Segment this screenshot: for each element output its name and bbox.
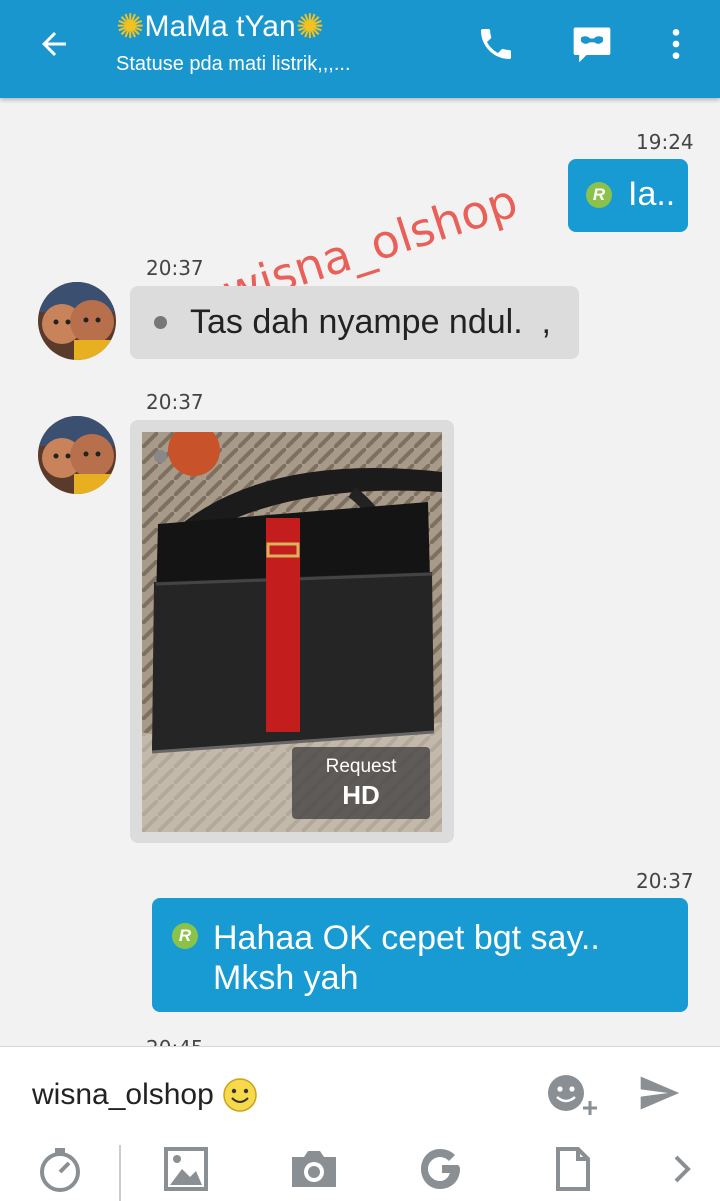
message-text: Hahaa OK cepet bgt say.. Mksh yah bbox=[213, 918, 600, 998]
add-emoticon-icon bbox=[548, 1075, 597, 1115]
smiley-icon bbox=[223, 1078, 257, 1112]
message-timestamp: 20:37 bbox=[636, 869, 694, 893]
timer-button[interactable] bbox=[34, 1143, 86, 1195]
message-timestamp: 20:45 bbox=[146, 1036, 204, 1046]
chat-screen: ✺ MaMa tYan ✺ Statuse pda mati listrik,,… bbox=[0, 0, 720, 1201]
back-button[interactable] bbox=[26, 22, 82, 66]
contact-info[interactable]: ✺ MaMa tYan ✺ Statuse pda mati listrik,,… bbox=[116, 8, 456, 78]
hd-label: HD bbox=[342, 780, 380, 810]
google-icon bbox=[421, 1149, 460, 1189]
send-button[interactable] bbox=[634, 1071, 686, 1115]
outgoing-message[interactable]: R Hahaa OK cepet bgt say.. Mksh yah bbox=[152, 898, 688, 1012]
message-timestamp: 19:24 bbox=[636, 130, 694, 154]
more-vert-icon bbox=[672, 29, 680, 59]
compose-bar: wisna_olshop bbox=[0, 1046, 720, 1201]
message-text: Ia.. bbox=[628, 175, 676, 213]
google-search-button[interactable] bbox=[416, 1143, 468, 1195]
message-input-value: wisna_olshop bbox=[32, 1078, 214, 1111]
overflow-menu-button[interactable] bbox=[652, 20, 700, 68]
message-line-2: Mksh yah bbox=[213, 959, 359, 997]
message-text: Tas dah nyampe ndul. , bbox=[190, 303, 552, 341]
send-icon bbox=[640, 1076, 680, 1110]
request-hd-label: Request bbox=[325, 756, 397, 777]
unread-dot-icon bbox=[154, 316, 167, 329]
contact-status: Statuse pda mati listrik,,,... bbox=[116, 53, 351, 75]
image-icon bbox=[164, 1147, 208, 1191]
call-button[interactable] bbox=[472, 20, 520, 68]
contact-avatar[interactable] bbox=[38, 282, 116, 360]
phone-icon bbox=[481, 29, 511, 59]
toolbar-divider bbox=[119, 1145, 121, 1201]
incoming-image-message[interactable]: Request HD bbox=[130, 420, 454, 843]
chat-header: ✺ MaMa tYan ✺ Statuse pda mati listrik,,… bbox=[0, 0, 720, 98]
message-timestamp: 20:37 bbox=[146, 390, 204, 414]
burst-icon-right: ✺ bbox=[295, 8, 325, 46]
chevron-right-icon bbox=[674, 1155, 691, 1183]
back-arrow-icon bbox=[42, 32, 66, 56]
camera-button[interactable] bbox=[288, 1143, 340, 1195]
message-input[interactable]: wisna_olshop bbox=[32, 1077, 258, 1113]
avatar-photo bbox=[38, 282, 116, 360]
unread-dot-icon bbox=[154, 450, 167, 463]
contact-avatar[interactable] bbox=[38, 416, 116, 494]
message-line-1: Hahaa OK cepet bgt say.. bbox=[213, 919, 600, 957]
message-timestamp: 20:37 bbox=[146, 256, 204, 280]
image-thumbnail[interactable]: Request HD bbox=[142, 432, 442, 832]
burst-icon-left: ✺ bbox=[116, 8, 145, 46]
more-tools-button[interactable] bbox=[656, 1143, 708, 1195]
message-list[interactable]: 19:24 R Ia.. wisna_olshop 20:37 Tas dah … bbox=[0, 98, 720, 1046]
incoming-message[interactable]: Tas dah nyampe ndul. , bbox=[130, 286, 579, 359]
contact-name-row: ✺ MaMa tYan ✺ bbox=[116, 8, 456, 46]
file-icon bbox=[556, 1147, 590, 1191]
outgoing-message[interactable]: R Ia.. bbox=[568, 159, 688, 232]
file-button[interactable] bbox=[546, 1143, 598, 1195]
read-receipt-icon: R bbox=[586, 182, 612, 208]
camera-icon bbox=[292, 1151, 336, 1187]
emoticon-picker-button[interactable] bbox=[546, 1073, 602, 1117]
video-chat-button[interactable] bbox=[568, 20, 616, 68]
avatar-photo bbox=[38, 416, 116, 494]
video-chat-icon bbox=[573, 27, 611, 63]
gallery-button[interactable] bbox=[160, 1143, 212, 1195]
timer-icon bbox=[40, 1148, 80, 1192]
contact-name: MaMa tYan bbox=[144, 10, 296, 43]
request-hd-button[interactable]: Request HD bbox=[292, 747, 430, 819]
read-receipt-icon: R bbox=[172, 923, 198, 949]
